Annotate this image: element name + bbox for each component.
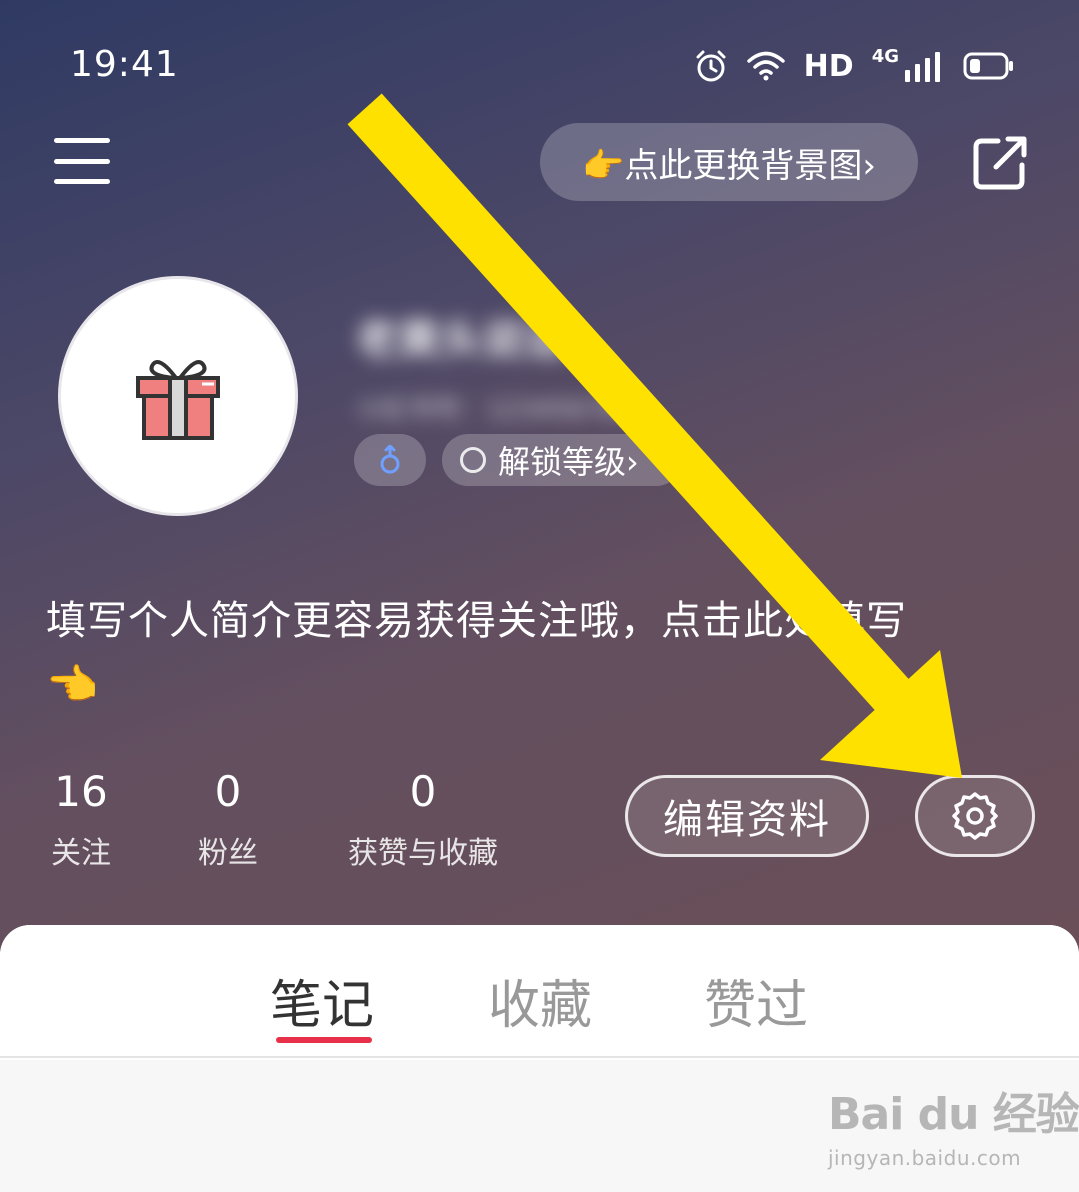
red-id: 小红书号：123456789: [356, 395, 635, 425]
likes-count: 0: [409, 767, 437, 816]
stat-likes-collects[interactable]: 0 获赞与收藏: [340, 768, 506, 872]
hd-indicator: HD: [803, 48, 854, 84]
gift-icon: [136, 360, 220, 440]
fans-label: 粉丝: [198, 836, 258, 871]
change-background-button[interactable]: 👉点此更换背景图›: [540, 123, 918, 201]
tab-collections[interactable]: 收藏: [488, 963, 592, 1038]
bio-prompt[interactable]: 填写个人简介更容易获得关注哦，点击此处填写: [46, 588, 907, 646]
settings-button[interactable]: [915, 775, 1035, 857]
blurred-user-info: 老黄头说话 小红书号：123456789: [356, 306, 716, 425]
active-tab-indicator: [276, 1037, 372, 1043]
status-time: 19:41: [70, 44, 179, 85]
edit-profile-button[interactable]: 编辑资料: [625, 775, 869, 857]
following-label: 关注: [51, 836, 111, 871]
likes-label: 获赞与收藏: [348, 836, 498, 871]
stat-following[interactable]: 16 关注: [46, 768, 116, 872]
alarm-icon: [696, 50, 726, 82]
gender-badge: [354, 434, 426, 486]
level-label: 解锁等级›: [498, 443, 639, 481]
tab-notes[interactable]: 笔记: [270, 963, 374, 1038]
avatar[interactable]: [58, 276, 298, 516]
nickname: 老黄头说话: [356, 315, 567, 364]
wifi-icon: [746, 51, 785, 81]
tab-bar: 笔记 收藏 赞过: [0, 925, 1079, 1058]
watermark: Bai du 经验 jingyan.baidu.com: [828, 1078, 1079, 1170]
share-icon[interactable]: [970, 133, 1030, 193]
battery-icon: [963, 52, 1013, 80]
status-icons: HD 4G: [694, 44, 1015, 88]
watermark-logo: Bai du 经验: [828, 1089, 1079, 1140]
watermark-url: jingyan.baidu.com: [828, 1146, 1022, 1170]
stat-fans[interactable]: 0 粉丝: [193, 768, 263, 872]
level-icon: [460, 447, 486, 473]
gear-icon: [952, 792, 998, 840]
pointing-hand-icon: 👈: [46, 660, 99, 709]
tab-liked[interactable]: 赞过: [704, 963, 808, 1038]
following-count: 16: [54, 767, 108, 816]
network-type: 4G: [871, 45, 899, 67]
hamburger-menu-icon[interactable]: [54, 138, 110, 184]
unlock-level-button[interactable]: 解锁等级›: [442, 434, 682, 486]
signal-icon: [905, 52, 940, 82]
fans-count: 0: [214, 767, 242, 816]
male-icon: [380, 445, 400, 474]
